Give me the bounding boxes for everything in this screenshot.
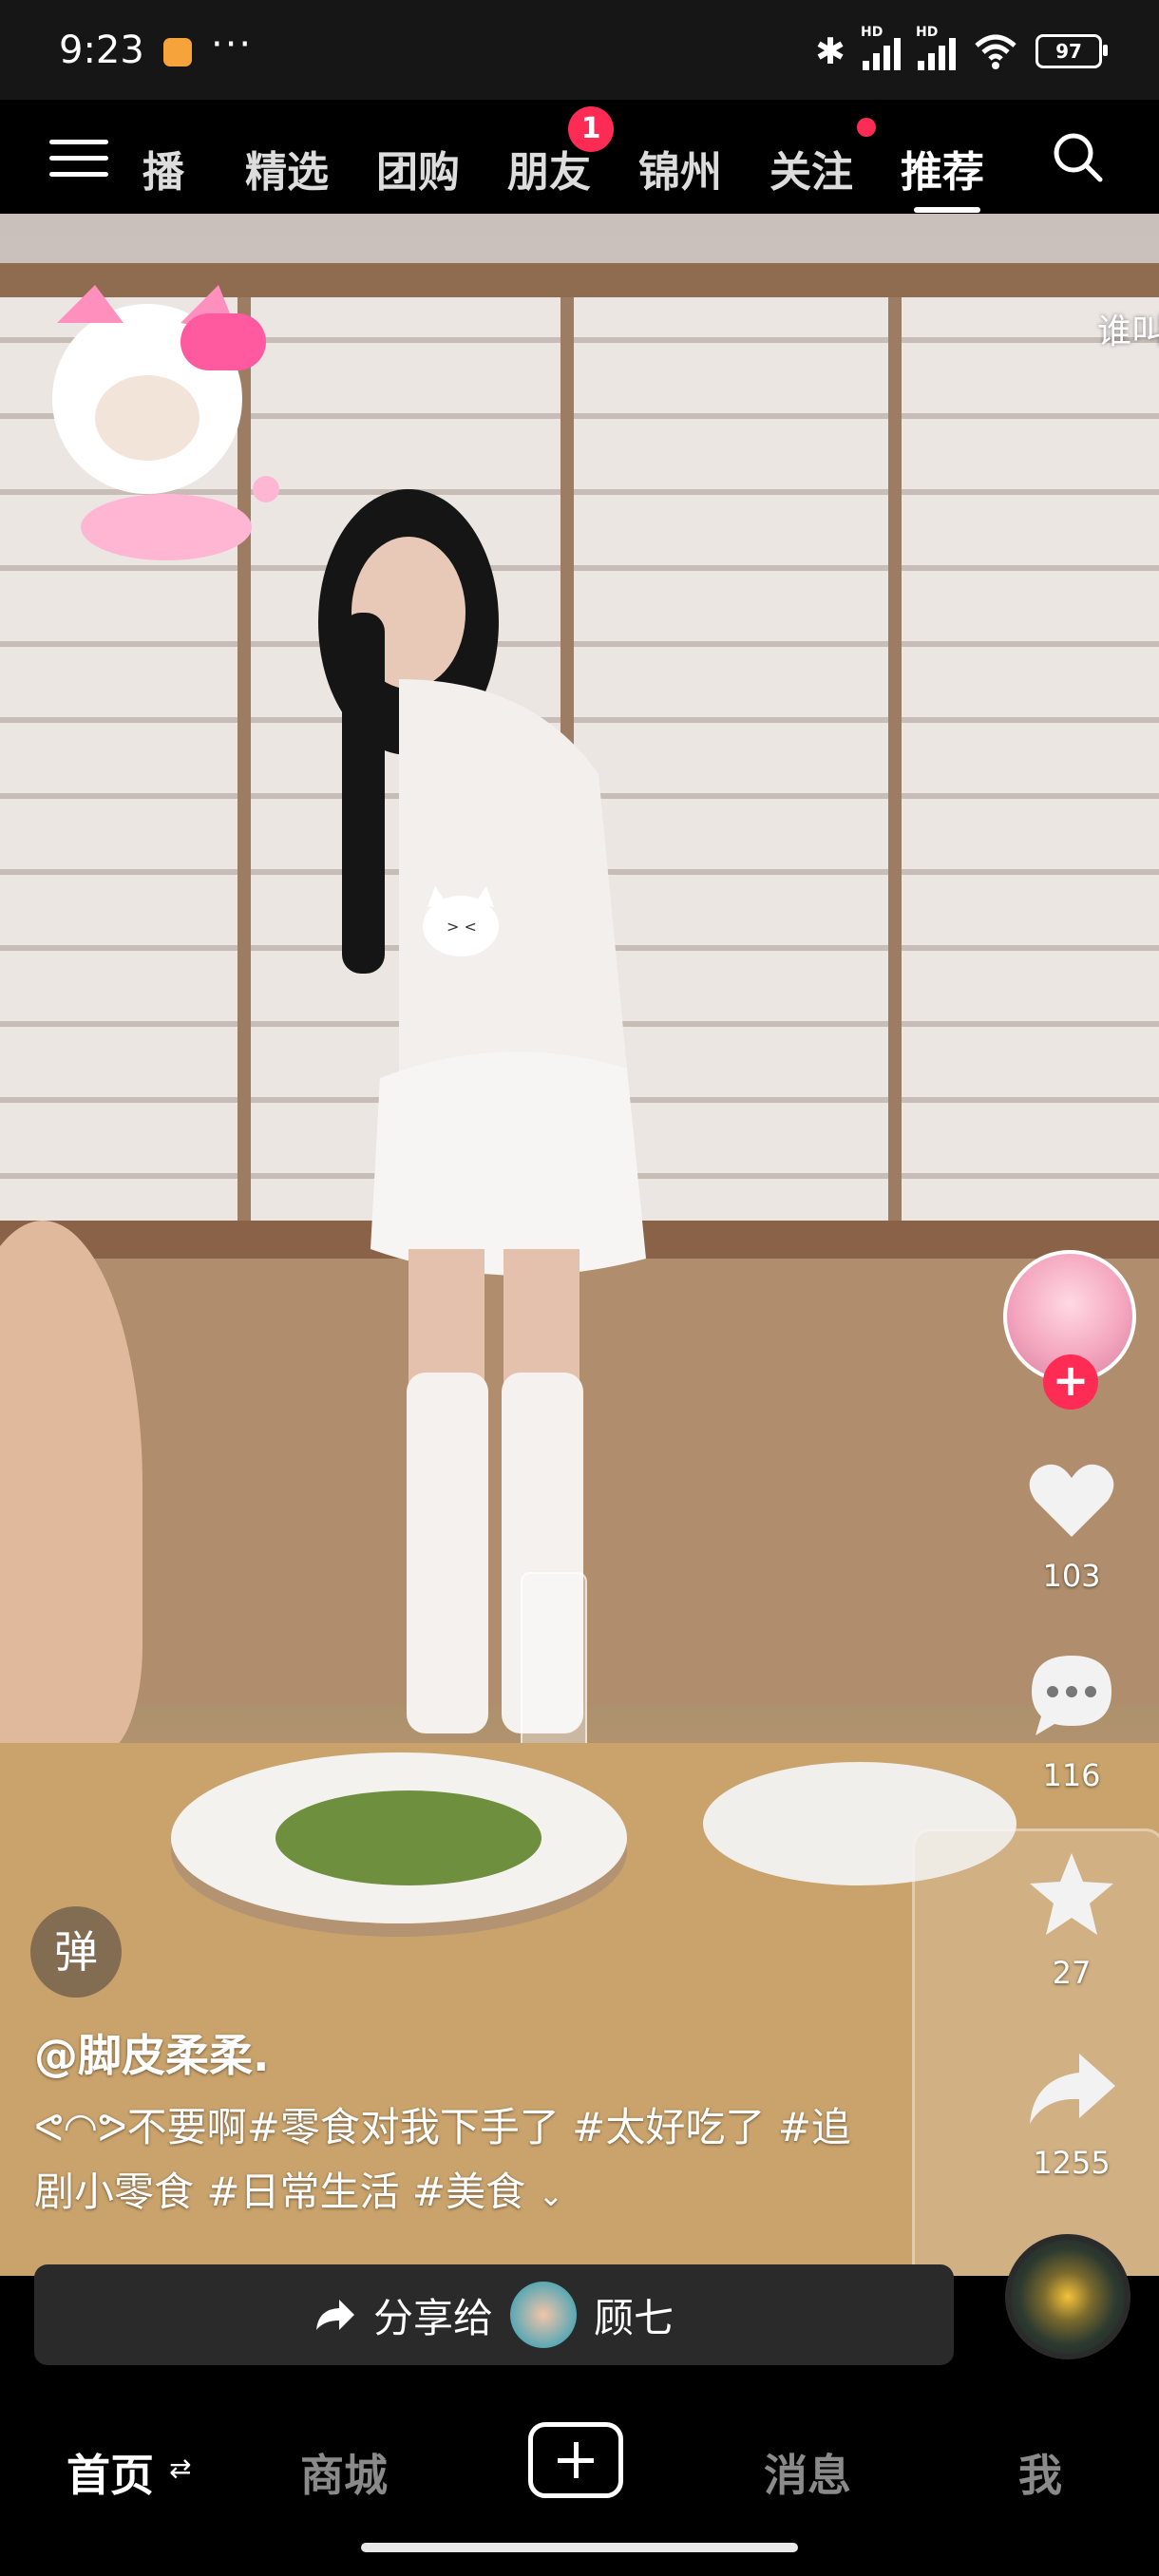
cat-face-sticker: > <	[423, 886, 499, 957]
battery-icon: 97	[1036, 34, 1108, 68]
nav-home[interactable]: 首页	[66, 2441, 154, 2504]
active-tab-indicator	[914, 207, 980, 213]
status-time: 9:23	[59, 28, 144, 72]
menu-icon[interactable]	[49, 140, 108, 180]
home-indicator[interactable]	[361, 2543, 798, 2552]
danmu-comment: 谁叫	[1097, 313, 1159, 351]
tab-local-jinzhou[interactable]: 锦州	[638, 138, 722, 199]
more-notifications-icon: ···	[211, 23, 254, 66]
music-disc[interactable]	[1005, 2234, 1130, 2359]
swap-icon[interactable]: ⇄	[169, 2453, 191, 2484]
creator-username[interactable]: @脚皮柔柔.	[34, 2021, 269, 2084]
tab-group-buy[interactable]: 团购	[376, 138, 460, 199]
share-label: 分享给	[372, 2294, 493, 2341]
following-red-dot	[857, 118, 876, 137]
share-to-friend-bar[interactable]: 分享给 顾七	[34, 2264, 954, 2365]
status-icons: ✱ HD HD 97	[815, 25, 1108, 76]
notification-app-icon	[163, 38, 192, 66]
tab-live[interactable]: 播	[142, 138, 184, 199]
favorite-count: 27	[1052, 1955, 1092, 1991]
nav-me[interactable]: 我	[1018, 2441, 1062, 2504]
like-count: 103	[1042, 1558, 1101, 1594]
battery-level: 97	[1055, 40, 1082, 63]
tab-recommended[interactable]: 推荐	[901, 138, 984, 199]
nav-messages[interactable]: 消息	[764, 2441, 851, 2504]
friends-badge: 1	[568, 106, 614, 152]
bluetooth-icon: ✱	[815, 30, 846, 72]
pixel-cat-sticker	[52, 285, 279, 560]
svg-text:> <: > <	[446, 918, 477, 936]
status-bar: 9:23 ··· ✱ HD HD 97	[0, 0, 1159, 100]
danmu-toggle-button[interactable]: 弹	[30, 1906, 122, 1998]
salad	[276, 1790, 542, 1885]
video-player[interactable]: > < 谁叫	[0, 214, 1159, 2276]
signal-icon-1: HD	[861, 25, 901, 70]
comment-icon[interactable]	[1024, 1648, 1119, 1743]
star-icon[interactable]	[1024, 1847, 1119, 1942]
nav-mall[interactable]: 商城	[300, 2441, 388, 2504]
heart-icon[interactable]	[1024, 1453, 1119, 1548]
share-count: 1255	[1033, 2145, 1111, 2181]
signal-icon-2: HD	[916, 25, 956, 70]
expand-caption-icon[interactable]: ⌄	[538, 2177, 563, 2213]
dancer-figure	[318, 489, 646, 1733]
wifi-icon	[975, 34, 1016, 69]
share-arrow-icon	[315, 2300, 354, 2330]
search-icon[interactable]	[1051, 130, 1104, 183]
comment-count: 116	[1042, 1757, 1101, 1793]
video-caption[interactable]: ᕙ◠ᕗ不要啊#零食对我下手了 #太好吃了 #追剧小零食 #日常生活 #美食 ⌄	[34, 2095, 889, 2227]
friend-name: 顾七	[594, 2294, 674, 2341]
share-icon[interactable]	[1024, 2042, 1119, 2137]
tab-following[interactable]: 关注	[770, 138, 853, 199]
caption-text: ᕙ◠ᕗ不要啊#零食对我下手了 #太好吃了 #追剧小零食 #日常生活 #美食	[34, 2104, 851, 2215]
friend-avatar	[510, 2282, 577, 2348]
tab-featured[interactable]: 精选	[245, 138, 329, 199]
follow-button[interactable]: +	[1043, 1354, 1098, 1410]
create-button[interactable]	[528, 2422, 623, 2498]
